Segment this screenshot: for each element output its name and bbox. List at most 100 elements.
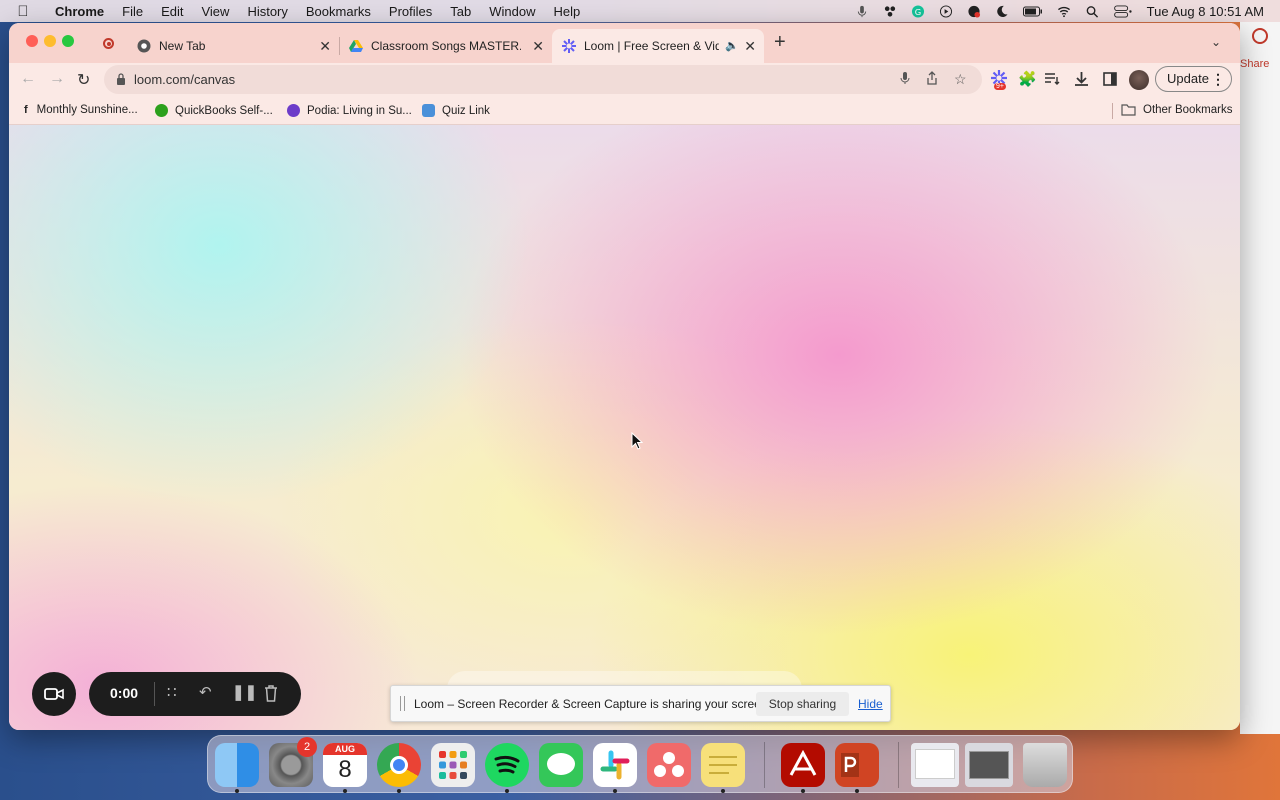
menu-view[interactable]: View — [192, 4, 238, 19]
dock-separator — [764, 742, 765, 788]
grammarly-icon[interactable]: G — [911, 4, 925, 18]
calendar-icon[interactable]: AUG 8 — [323, 743, 367, 787]
tab-strip: New Tab ✕ Classroom Songs MASTER.pptx ✕ … — [9, 23, 1240, 63]
trash-icon[interactable] — [264, 685, 278, 702]
messages-icon[interactable] — [539, 743, 583, 787]
minimized-window-thumbnail[interactable] — [965, 743, 1013, 787]
calendar-day: 8 — [338, 756, 352, 783]
stop-sharing-button[interactable]: Stop sharing — [756, 692, 849, 716]
microphone-icon[interactable] — [855, 5, 869, 18]
play-status-icon[interactable] — [939, 4, 953, 18]
recording-indicator-icon — [103, 38, 114, 49]
menu-app-name[interactable]: Chrome — [46, 4, 113, 19]
apple-icon[interactable]:  — [0, 3, 46, 20]
lock-icon[interactable] — [116, 73, 126, 85]
controls-divider — [154, 682, 155, 706]
maximize-window-button[interactable] — [62, 35, 74, 47]
menu-tab[interactable]: Tab — [441, 4, 480, 19]
quiz-icon — [422, 104, 435, 117]
quickbooks-icon — [155, 104, 168, 117]
spotify-icon[interactable] — [485, 743, 529, 787]
bookmark-label: Quiz Link — [442, 104, 490, 117]
minimized-window-thumbnail[interactable] — [911, 743, 959, 787]
battery-icon[interactable] — [1022, 5, 1043, 18]
tab-search-chevron-icon[interactable]: ⌄ — [1211, 35, 1221, 49]
tab-classroom-songs[interactable]: Classroom Songs MASTER.pptx ✕ — [339, 29, 552, 63]
acrobat-icon[interactable] — [781, 743, 825, 787]
asana-dots — [654, 752, 684, 777]
update-button[interactable]: Update ⋮ — [1155, 66, 1232, 92]
screen-share-notification: Loom – Screen Recorder & Screen Capture … — [390, 685, 891, 722]
undo-restart-icon[interactable]: ↶ — [199, 683, 212, 701]
close-tab-icon[interactable]: ✕ — [319, 38, 331, 55]
close-tab-icon[interactable]: ✕ — [744, 38, 756, 55]
more-menu-icon[interactable]: ⋮ — [1211, 67, 1225, 91]
url-text[interactable]: loom.com/canvas — [134, 72, 235, 87]
reading-list-icon[interactable] — [1045, 73, 1060, 86]
tab-new-tab[interactable]: New Tab ✕ — [127, 29, 339, 63]
minimize-window-button[interactable] — [44, 35, 56, 47]
forward-button[interactable]: → — [49, 70, 65, 88]
download-icon[interactable] — [1074, 71, 1089, 87]
close-tab-icon[interactable]: ✕ — [532, 38, 544, 55]
reload-button[interactable]: ↻ — [77, 70, 90, 90]
share-page-icon[interactable] — [926, 71, 938, 85]
loom-canvas[interactable]: 0:00 ∷ ↶ ❚❚ — [9, 125, 1240, 730]
share-message: Loom – Screen Recorder & Screen Capture … — [414, 697, 771, 711]
menu-profiles[interactable]: Profiles — [380, 4, 441, 19]
bookmark-label: Monthly Sunshine... — [36, 104, 138, 116]
menu-help[interactable]: Help — [545, 4, 590, 19]
hide-link[interactable]: Hide — [858, 697, 883, 711]
chrome-icon — [137, 39, 151, 53]
finder-icon[interactable] — [215, 743, 259, 787]
other-bookmarks[interactable]: Other Bookmarks — [1121, 104, 1232, 116]
menu-bookmarks[interactable]: Bookmarks — [297, 4, 380, 19]
drawing-tools-icon[interactable]: ∷ — [167, 683, 177, 701]
menu-history[interactable]: History — [238, 4, 296, 19]
close-window-button[interactable] — [26, 35, 38, 47]
search-icon[interactable] — [1085, 5, 1099, 18]
menu-datetime[interactable]: Tue Aug 8 10:51 AM — [1147, 4, 1264, 19]
pause-icon[interactable]: ❚❚ — [232, 683, 257, 701]
wifi-icon[interactable] — [1057, 5, 1071, 18]
slack-icon[interactable] — [593, 743, 637, 787]
bookmark-monthly-sunshine[interactable]: f Monthly Sunshine... — [24, 104, 138, 116]
asana-icon[interactable] — [647, 743, 691, 787]
status-menu-icon[interactable] — [883, 5, 897, 18]
extensions-puzzle-icon[interactable]: 🧩 — [1018, 70, 1037, 88]
moon-icon[interactable] — [995, 5, 1009, 18]
folder-icon — [1121, 104, 1136, 116]
drag-handle-icon[interactable] — [400, 696, 405, 711]
menu-edit[interactable]: Edit — [152, 4, 192, 19]
launchpad-icon[interactable] — [431, 743, 475, 787]
launchpad-grid — [439, 751, 467, 779]
notification-badge: 2 — [297, 737, 317, 757]
powerpoint-icon[interactable] — [835, 743, 879, 787]
bookmark-quickbooks[interactable]: QuickBooks Self-... — [155, 104, 273, 117]
background-share-label[interactable]: Share — [1240, 58, 1269, 70]
menu-window[interactable]: Window — [480, 4, 544, 19]
new-tab-button[interactable]: + — [774, 31, 786, 54]
back-button[interactable]: ← — [20, 70, 36, 88]
camera-toggle-button[interactable] — [32, 672, 76, 716]
side-panel-icon[interactable] — [1103, 72, 1117, 86]
loom-menu-icon[interactable] — [967, 5, 981, 18]
background-app-icon[interactable] — [1252, 28, 1268, 44]
control-center-icon[interactable] — [1113, 4, 1133, 18]
bookmark-podia[interactable]: Podia: Living in Su... — [287, 104, 412, 117]
loom-icon — [562, 39, 576, 53]
menu-file[interactable]: File — [113, 4, 152, 19]
chrome-dock-icon[interactable] — [377, 743, 421, 787]
tab-loom[interactable]: Loom | Free Screen & Video Recording Sof… — [552, 29, 764, 63]
bookmark-separator — [1112, 103, 1113, 119]
bookmark-star-icon[interactable]: ☆ — [954, 71, 967, 88]
bookmark-quiz-link[interactable]: Quiz Link — [422, 104, 490, 117]
voice-search-icon[interactable] — [899, 71, 911, 85]
stickies-icon[interactable] — [701, 743, 745, 787]
other-bookmarks-label: Other Bookmarks — [1143, 104, 1233, 116]
trash-dock-icon[interactable] — [1023, 743, 1067, 787]
address-bar[interactable]: loom.com/canvas ☆ — [104, 65, 982, 94]
profile-avatar[interactable] — [1129, 70, 1149, 90]
tab-audio-icon[interactable]: 🔈 — [725, 39, 739, 52]
podia-icon — [287, 104, 300, 117]
